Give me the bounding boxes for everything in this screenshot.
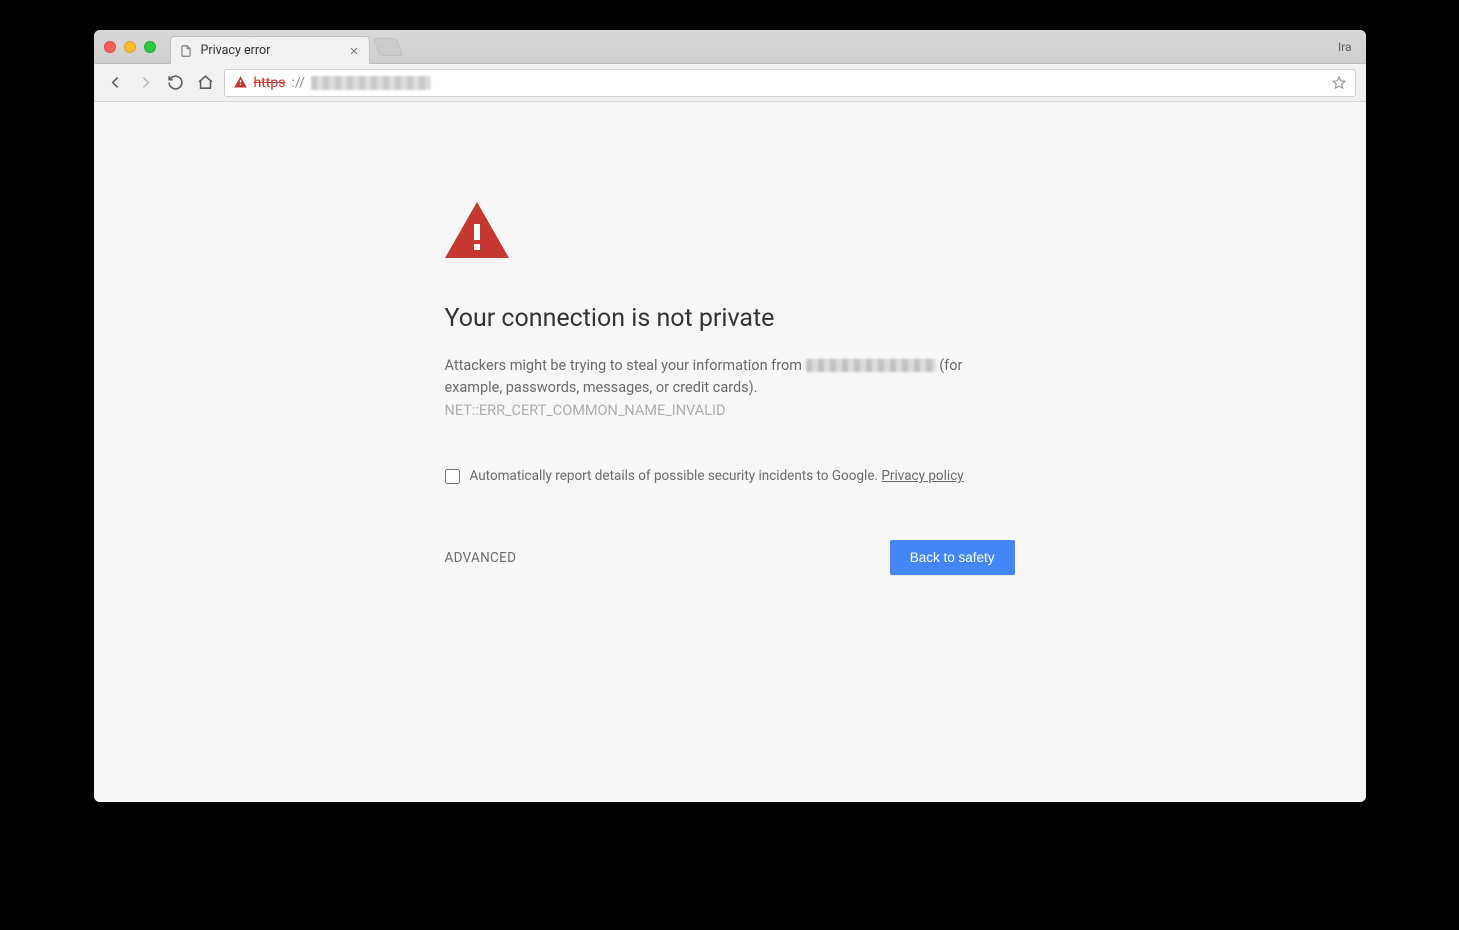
tab-title: Privacy error [201, 43, 339, 58]
forward-button[interactable] [134, 71, 158, 95]
url-scheme: https [254, 75, 286, 91]
error-body-prefix: Attackers might be trying to steal your … [445, 357, 806, 374]
report-errors-option[interactable]: Automatically report details of possible… [445, 468, 1015, 484]
action-row: ADVANCED Back to safety [445, 540, 1015, 575]
advanced-button[interactable]: ADVANCED [445, 550, 517, 566]
address-bar[interactable]: https :// [224, 69, 1356, 97]
toolbar: https :// [94, 64, 1366, 102]
insecure-warning-icon [233, 75, 248, 90]
browser-tab[interactable]: Privacy error [170, 36, 370, 64]
new-tab-button[interactable] [372, 38, 403, 56]
browser-window: Privacy error Ira https :// [94, 30, 1366, 802]
report-errors-label: Automatically report details of possible… [470, 468, 882, 484]
back-button[interactable] [104, 71, 128, 95]
url-separator: :// [291, 75, 304, 91]
minimize-window-button[interactable] [124, 41, 136, 53]
bookmark-star-icon[interactable] [1331, 75, 1347, 91]
url-host-redacted [311, 76, 431, 90]
privacy-policy-link[interactable]: Privacy policy [881, 468, 963, 484]
profile-name[interactable]: Ira [1338, 30, 1352, 63]
error-code: NET::ERR_CERT_COMMON_NAME_INVALID [445, 402, 726, 419]
error-description: Attackers might be trying to steal your … [445, 355, 1015, 422]
close-window-button[interactable] [104, 41, 116, 53]
ssl-error-interstitial: Your connection is not private Attackers… [445, 202, 1015, 802]
page-icon [179, 44, 193, 58]
page-content: Your connection is not private Attackers… [94, 102, 1366, 802]
back-to-safety-button[interactable]: Back to safety [890, 540, 1015, 575]
report-errors-checkbox[interactable] [445, 469, 460, 484]
tab-strip: Privacy error Ira [94, 30, 1366, 64]
window-controls [104, 30, 170, 63]
error-hostname-redacted [806, 359, 936, 372]
home-button[interactable] [194, 71, 218, 95]
error-heading: Your connection is not private [445, 304, 1015, 333]
close-tab-button[interactable] [347, 44, 361, 58]
zoom-window-button[interactable] [144, 41, 156, 53]
reload-button[interactable] [164, 71, 188, 95]
warning-triangle-icon [445, 202, 509, 258]
